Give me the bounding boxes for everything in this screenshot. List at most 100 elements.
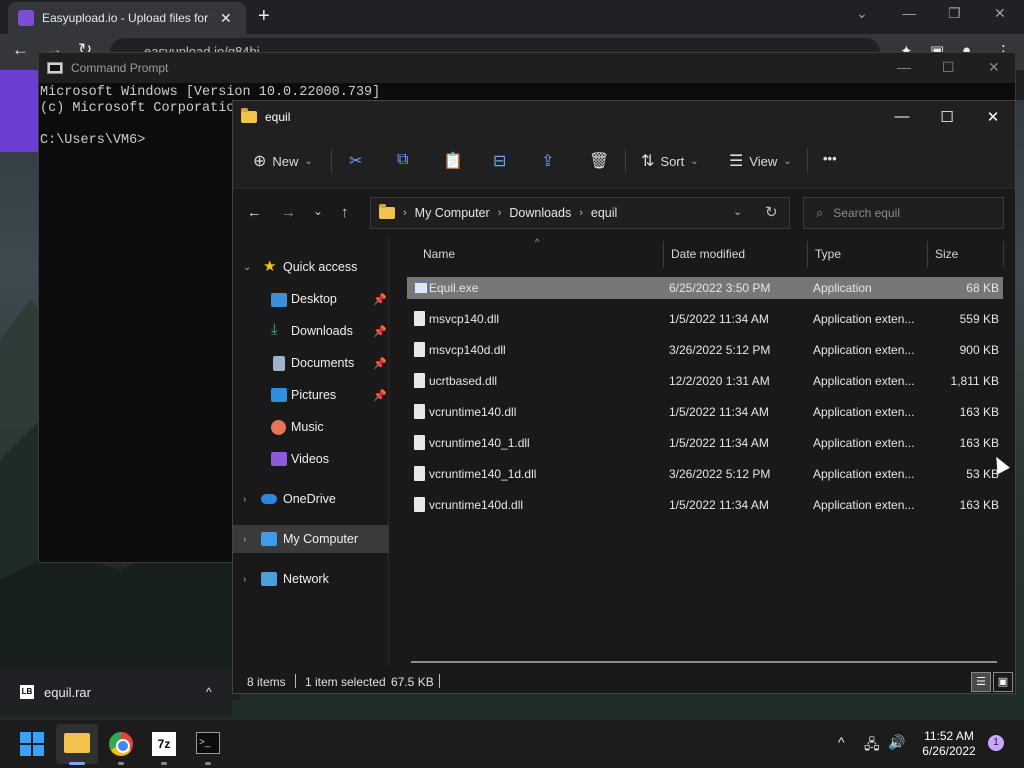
minimize-button[interactable]: — <box>892 108 912 125</box>
chrome-minimize-button[interactable]: — <box>902 5 916 21</box>
search-input[interactable]: ⌕ Search equil <box>803 197 1004 229</box>
chevron-down-icon: ⌄ <box>783 155 792 167</box>
notification-badge[interactable]: 1 <box>988 735 1004 751</box>
file-date: 3/26/2022 5:12 PM <box>669 467 771 481</box>
volume-icon[interactable]: 🔊 <box>888 734 905 751</box>
sidebar-item-label: Pictures <box>291 388 337 402</box>
chrome-restore-button[interactable]: ❐ <box>948 5 961 22</box>
tiles-view-icon[interactable]: ▣ <box>993 672 1013 692</box>
breadcrumb-equil[interactable]: equil <box>591 206 617 220</box>
show-hidden-icons-chevron-icon[interactable]: ^ <box>838 734 845 750</box>
sidebar-item-documents[interactable]: Documents 📌 <box>233 349 389 377</box>
rename-icon[interactable]: ⊟ <box>493 151 506 171</box>
cmd-minimize-button[interactable]: — <box>897 59 911 75</box>
pin-icon: 📌 <box>373 389 387 402</box>
sidebar-item-label: Desktop <box>291 292 337 306</box>
column-divider[interactable] <box>663 241 664 267</box>
chrome-back-button[interactable]: ← <box>12 40 29 60</box>
column-divider[interactable] <box>927 241 928 267</box>
breadcrumb-separator: › <box>403 207 407 219</box>
sort-button[interactable]: ⇅ Sort ⌄ <box>641 151 699 171</box>
star-icon: ★ <box>263 258 277 275</box>
sidebar-item-label: Documents <box>291 356 355 370</box>
file-explorer-window[interactable]: equil — ☐ ✕ ⊕ New ⌄ ✂ ⧉ 📋 ⊟ ⇪ 🗑 ⇅ Sort ⌄… <box>232 100 1016 694</box>
sidebar-item-network[interactable]: › Network <box>233 565 389 593</box>
sidebar-item-onedrive[interactable]: › OneDrive <box>233 485 389 513</box>
cmd-taskbar-icon[interactable]: >_ <box>196 732 220 754</box>
explorer-titlebar[interactable]: equil — ☐ ✕ <box>233 101 1015 133</box>
running-indicator <box>161 762 167 765</box>
file-row[interactable]: vcruntime140_1.dll 1/5/2022 11:34 AM Appli… <box>407 432 1003 454</box>
refresh-icon[interactable]: ↻ <box>765 203 778 221</box>
sidebar-item-my-computer[interactable]: › My Computer <box>233 525 389 553</box>
chevron-right-icon[interactable]: › <box>243 574 246 585</box>
file-row[interactable]: msvcp140d.dll 3/26/2022 5:12 PM Applicatio… <box>407 339 1003 361</box>
cmd-maximize-button[interactable]: ☐ <box>942 59 955 76</box>
share-icon[interactable]: ⇪ <box>541 151 554 171</box>
start-button[interactable] <box>20 732 44 756</box>
sidebar-item-quick-access[interactable]: ⌄ ★ Quick access <box>233 253 389 281</box>
address-dropdown-icon[interactable]: ⌄ <box>733 205 742 218</box>
paste-icon[interactable]: 📋 <box>443 151 463 171</box>
sidebar-item-videos[interactable]: Videos <box>233 445 389 473</box>
forward-button[interactable]: → <box>281 204 296 221</box>
chevron-right-icon[interactable]: › <box>243 534 246 545</box>
tab-close-icon[interactable]: ✕ <box>220 10 232 27</box>
sidebar-item-desktop[interactable]: Desktop 📌 <box>233 285 389 313</box>
search-icon: ⌕ <box>816 205 824 220</box>
column-header-type[interactable]: Type <box>815 247 841 261</box>
tab-search-button[interactable]: ⌄ <box>856 5 868 22</box>
cut-icon[interactable]: ✂ <box>349 151 362 171</box>
new-button[interactable]: ⊕ New ⌄ <box>253 151 313 171</box>
breadcrumb-separator: › <box>497 207 502 219</box>
chevron-down-icon[interactable]: ⌄ <box>243 262 251 273</box>
details-view-icon[interactable]: ☰ <box>971 672 991 692</box>
column-header-size[interactable]: Size <box>935 247 958 261</box>
chrome-tab[interactable]: Easyupload.io - Upload files for f ✕ <box>8 2 246 34</box>
file-name: vcruntime140_1d.dll <box>429 467 537 481</box>
breadcrumb-my-computer[interactable]: My Computer <box>415 206 490 220</box>
up-button[interactable]: ↑ <box>341 204 349 221</box>
view-button[interactable]: ☰ View ⌄ <box>729 151 792 171</box>
column-header-date[interactable]: Date modified <box>671 247 745 261</box>
file-row[interactable]: Equil.exe 6/25/2022 3:50 PM Application 68 … <box>407 277 1003 299</box>
new-tab-button[interactable]: + <box>258 5 270 28</box>
file-row[interactable]: msvcp140.dll 1/5/2022 11:34 AM Application… <box>407 308 1003 330</box>
network-icon[interactable]: 🖧 <box>864 734 880 758</box>
column-header-name[interactable]: Name <box>423 247 455 261</box>
dll-file-icon <box>414 342 425 357</box>
copy-icon[interactable]: ⧉ <box>397 151 408 169</box>
chrome-close-button[interactable]: ✕ <box>994 5 1006 22</box>
recent-locations-button[interactable]: ⌄ <box>313 204 323 218</box>
column-divider[interactable] <box>807 241 808 267</box>
cmd-close-button[interactable]: ✕ <box>988 59 1000 76</box>
file-explorer-taskbar-icon[interactable] <box>64 733 90 753</box>
horizontal-scrollbar[interactable] <box>411 661 997 663</box>
file-row[interactable]: vcruntime140d.dll 1/5/2022 11:34 AM Applic… <box>407 494 1003 516</box>
chevron-up-icon[interactable]: ^ <box>206 685 212 699</box>
column-divider[interactable] <box>1003 241 1004 267</box>
dll-file-icon <box>414 435 425 450</box>
cmd-titlebar[interactable]: Command Prompt — ☐ ✕ <box>39 53 1015 83</box>
chrome-taskbar-icon[interactable] <box>109 732 133 756</box>
more-options-icon[interactable]: ••• <box>823 151 837 166</box>
delete-icon[interactable]: 🗑 <box>589 151 609 171</box>
file-row[interactable]: vcruntime140.dll 1/5/2022 11:34 AM Applica… <box>407 401 1003 423</box>
maximize-button[interactable]: ☐ <box>937 108 957 126</box>
file-row[interactable]: ucrtbased.dll 12/2/2020 1:31 AM Applicatio… <box>407 370 1003 392</box>
sidebar-item-music[interactable]: Music <box>233 413 389 441</box>
file-row[interactable]: vcruntime140_1d.dll 3/26/2022 5:12 PM Appl… <box>407 463 1003 485</box>
address-bar[interactable]: › My Computer › Downloads › equil <box>370 197 790 229</box>
plus-circle-icon: ⊕ <box>253 153 267 170</box>
system-clock[interactable]: 11:52 AM 6/26/2022 <box>914 729 984 759</box>
close-button[interactable]: ✕ <box>983 108 1003 126</box>
chevron-right-icon[interactable]: › <box>243 494 246 505</box>
7zip-taskbar-icon[interactable]: 7z <box>152 732 176 756</box>
breadcrumb-downloads[interactable]: Downloads <box>509 206 571 220</box>
back-button[interactable]: ← <box>247 204 262 221</box>
download-bar-item[interactable]: LB equil.rar ^ <box>0 668 232 716</box>
sidebar-item-downloads[interactable]: ⤓ Downloads 📌 <box>233 317 389 345</box>
cmd-icon <box>47 62 63 74</box>
sidebar-item-pictures[interactable]: Pictures 📌 <box>233 381 389 409</box>
cmd-title: Command Prompt <box>71 61 169 75</box>
